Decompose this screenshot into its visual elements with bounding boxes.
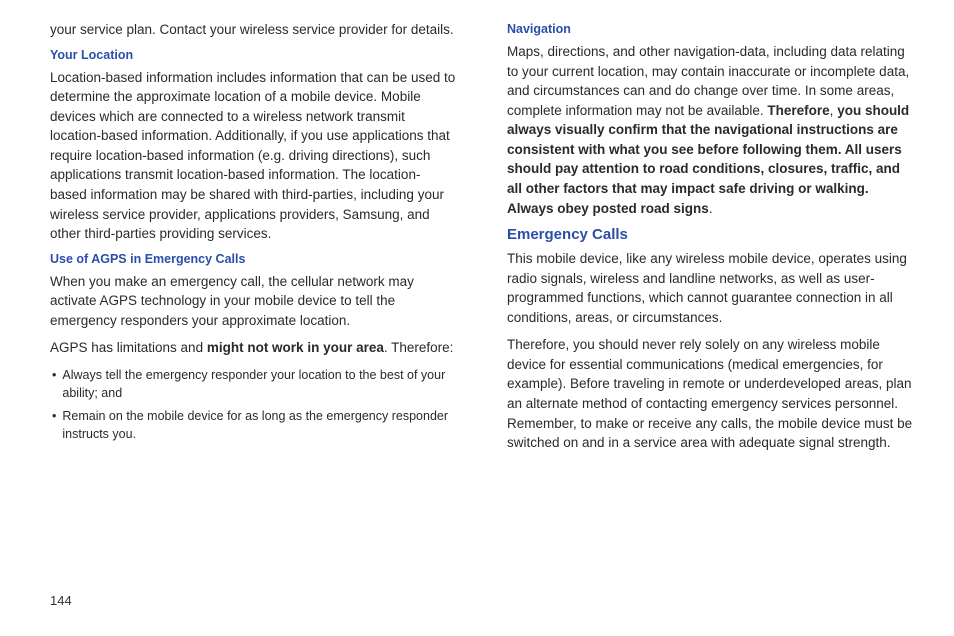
page-number: 144	[50, 593, 72, 608]
emergency-calls-p1: This mobile device, like any wireless mo…	[507, 249, 914, 327]
bullet-item: • Always tell the emergency responder yo…	[52, 366, 457, 402]
heading-emergency-calls: Emergency Calls	[507, 226, 914, 243]
right-column: Navigation Maps, directions, and other n…	[507, 20, 914, 606]
bullet-item: • Remain on the mobile device for as lon…	[52, 407, 457, 443]
navigation-bold-end: .	[709, 201, 713, 216]
heading-your-location: Your Location	[50, 48, 457, 62]
emergency-calls-p2: Therefore, you should never rely solely …	[507, 335, 914, 452]
your-location-body: Location-based information includes info…	[50, 68, 457, 244]
heading-navigation: Navigation	[507, 22, 914, 36]
agps-p2-pre: AGPS has limitations and	[50, 340, 207, 355]
agps-bullet-list: • Always tell the emergency responder yo…	[52, 366, 457, 444]
agps-p1: When you make an emergency call, the cel…	[50, 272, 457, 331]
bullet-text: Remain on the mobile device for as long …	[62, 407, 457, 443]
bullet-marker-icon: •	[52, 407, 56, 443]
agps-p2-bold: might not work in your area	[207, 340, 384, 355]
agps-p2: AGPS has limitations and might not work …	[50, 338, 457, 358]
navigation-bold-rest: you should always visually confirm that …	[507, 103, 909, 216]
navigation-body: Maps, directions, and other navigation-d…	[507, 42, 914, 218]
navigation-bold-pre: Therefore	[767, 103, 829, 118]
agps-p2-post: . Therefore:	[384, 340, 454, 355]
left-column: your service plan. Contact your wireless…	[50, 20, 457, 606]
page-content: your service plan. Contact your wireless…	[50, 20, 914, 606]
intro-tail: your service plan. Contact your wireless…	[50, 20, 457, 40]
bullet-marker-icon: •	[52, 366, 56, 402]
bullet-text: Always tell the emergency responder your…	[62, 366, 457, 402]
heading-agps: Use of AGPS in Emergency Calls	[50, 252, 457, 266]
